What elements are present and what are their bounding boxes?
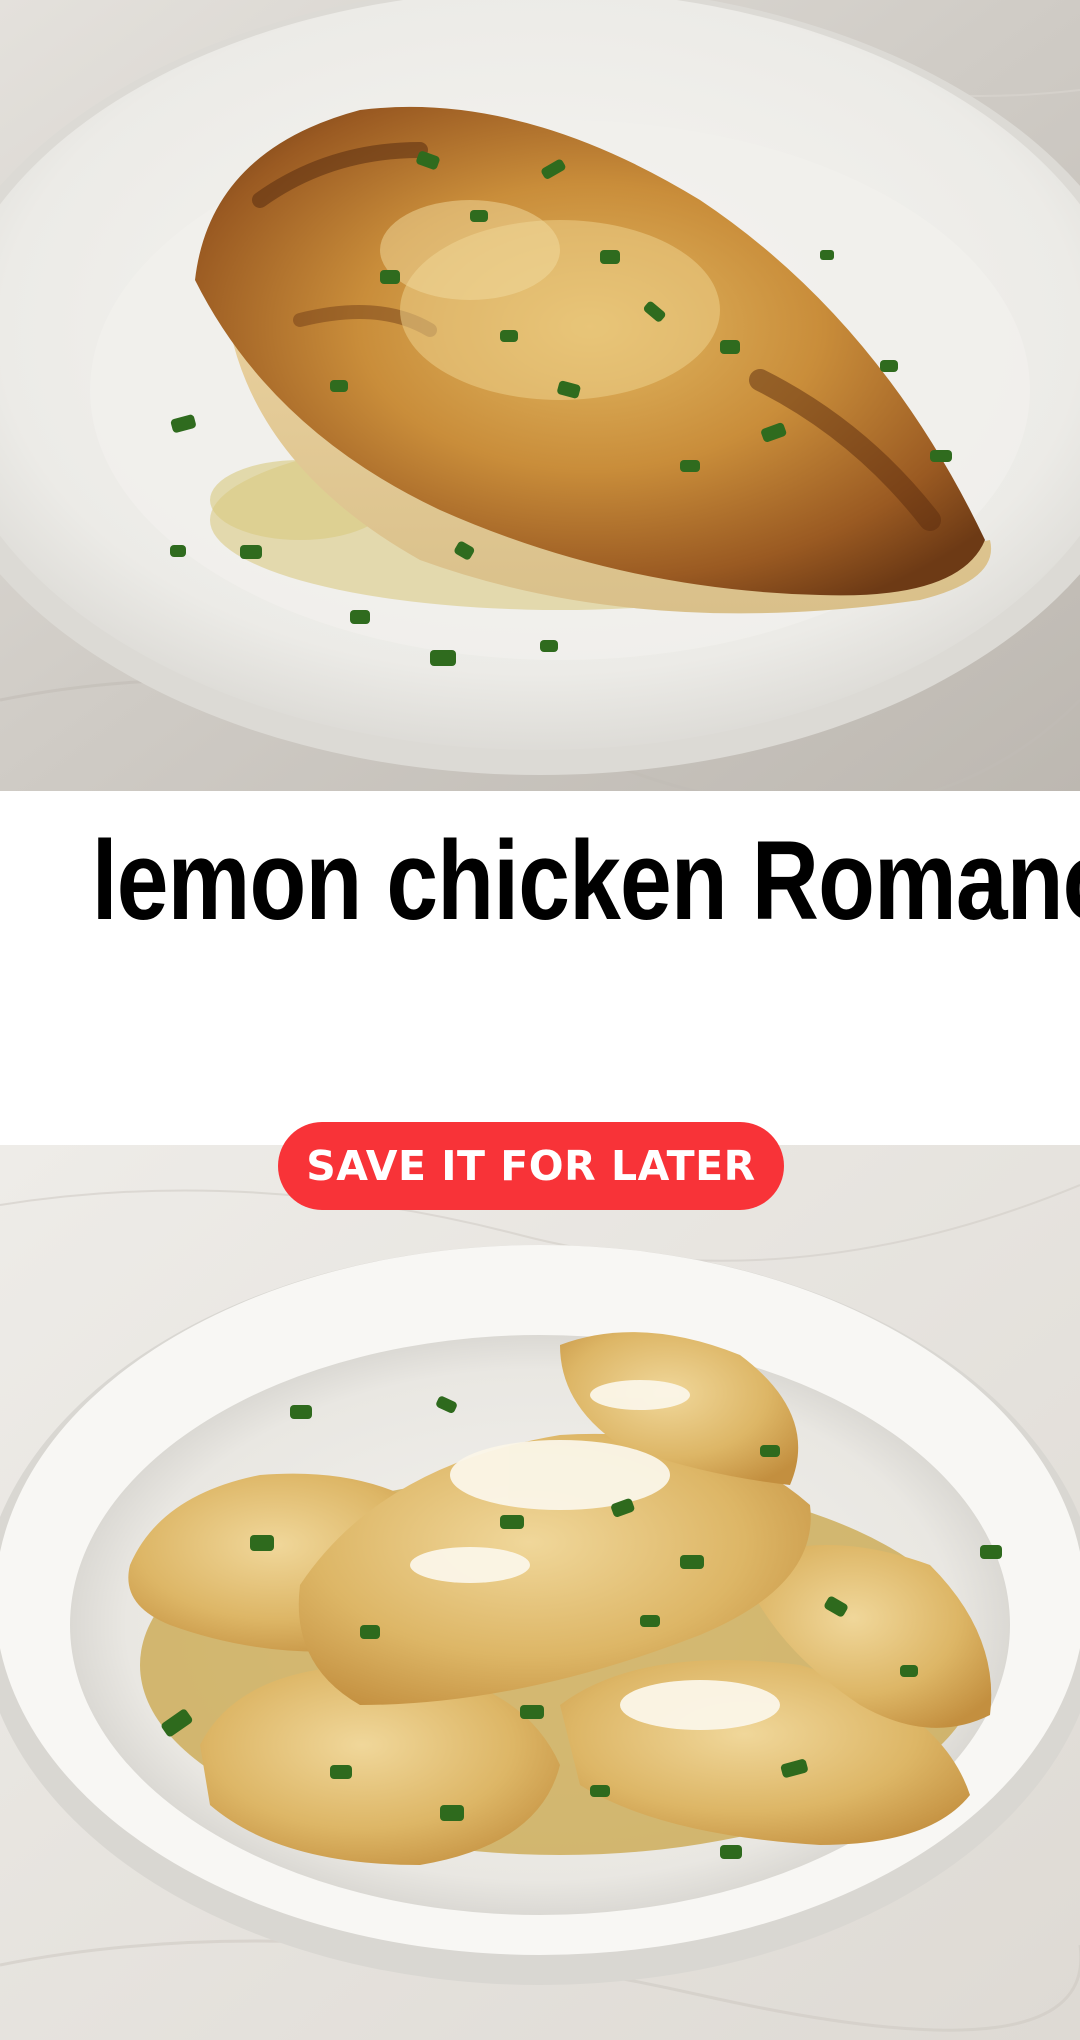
save-it-for-later-button[interactable]: SAVE IT FOR LATER	[278, 1122, 784, 1210]
top-food-photo	[0, 0, 1080, 791]
seared-chicken-breast-image	[0, 0, 1080, 791]
bottom-food-photo	[0, 1145, 1080, 2040]
chicken-cutlets-bowl-image	[0, 1145, 1080, 2040]
recipe-title: lemon chicken Romano	[91, 818, 1080, 943]
